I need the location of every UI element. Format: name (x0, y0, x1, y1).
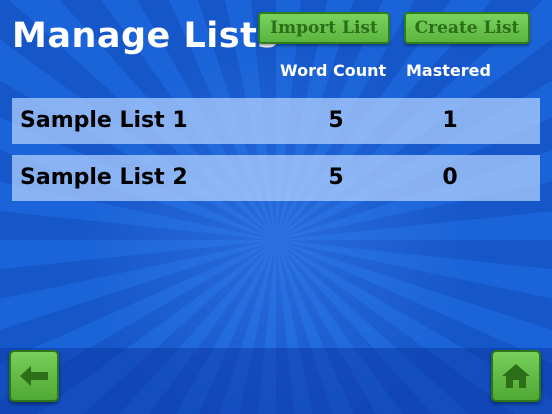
list-row[interactable]: Sample List 2 5 0 (12, 155, 540, 201)
home-icon (502, 364, 530, 388)
list-mastered-count: 0 (442, 165, 458, 190)
back-button[interactable] (9, 350, 59, 402)
list-word-count: 5 (328, 165, 344, 190)
create-list-button[interactable]: Create List (404, 12, 530, 44)
column-header-mastered: Mastered (406, 61, 491, 80)
arrow-left-icon (20, 366, 48, 386)
page-title: Manage Lists (12, 16, 279, 56)
bottom-toolbar (0, 348, 552, 414)
list-row[interactable]: Sample List 1 5 1 (12, 98, 540, 144)
list-name: Sample List 1 (20, 108, 188, 133)
import-list-button[interactable]: Import List (258, 12, 390, 44)
column-header-word-count: Word Count (280, 61, 387, 80)
home-button[interactable] (491, 350, 541, 402)
list-name: Sample List 2 (20, 165, 188, 190)
list-mastered-count: 1 (442, 108, 458, 133)
list-word-count: 5 (328, 108, 344, 133)
